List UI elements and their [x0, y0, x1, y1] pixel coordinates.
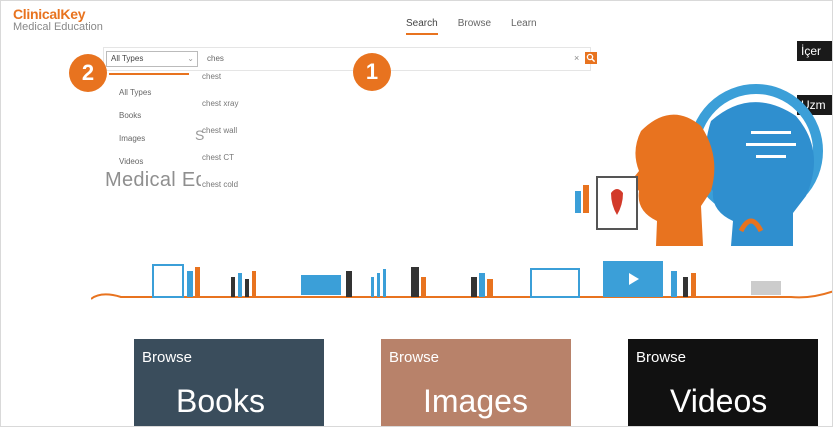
brand-logo[interactable]: ClinicalKey Medical Education: [13, 7, 103, 33]
brand-subtitle: Medical Education: [13, 21, 103, 33]
suggestion-item[interactable]: chest xray: [202, 98, 272, 125]
callout-marker-1: 1: [353, 53, 391, 91]
content-type-menu: All Types Books Images Videos: [107, 87, 189, 179]
brand-name: ClinicalKey: [13, 6, 86, 22]
app-frame: ClinicalKey Medical Education Search Bro…: [0, 0, 833, 427]
callout-marker-2: 2: [69, 54, 107, 92]
medical-objects-shelf: [91, 261, 832, 300]
tile-browse-label: Browse: [389, 349, 440, 366]
tile-title: Images: [423, 383, 528, 419]
side-label-1: İçer: [797, 41, 832, 61]
suggestion-item[interactable]: chest: [202, 71, 272, 98]
hero-heading: Medical Educ: [105, 169, 201, 191]
search-icon: [586, 53, 596, 63]
tile-browse-label: Browse: [142, 349, 193, 366]
nav-search[interactable]: Search: [406, 18, 438, 35]
chevron-down-icon: ⌄: [187, 54, 194, 63]
hero-partial-letter: S: [195, 127, 205, 143]
type-option-all[interactable]: All Types: [107, 87, 189, 110]
select-focus-underline: [109, 73, 189, 75]
suggestion-item[interactable]: chest CT: [202, 152, 272, 179]
search-bar: All Types ⌄ ches ×: [103, 47, 597, 71]
type-option-images[interactable]: Images: [107, 133, 189, 156]
nav-browse[interactable]: Browse: [458, 18, 491, 35]
tile-browse-label: Browse: [636, 349, 687, 366]
browse-videos-tile[interactable]: Browse Videos: [628, 339, 818, 426]
browse-images-tile[interactable]: Browse Images: [381, 339, 571, 426]
nav-learn[interactable]: Learn: [511, 18, 537, 35]
type-option-books[interactable]: Books: [107, 110, 189, 133]
content-type-select[interactable]: All Types ⌄: [106, 51, 198, 67]
tile-title: Books: [176, 383, 265, 419]
browse-books-tile[interactable]: Browse Books: [134, 339, 324, 426]
hero-head-illustration: [575, 84, 823, 247]
content-type-value: All Types: [111, 54, 144, 63]
clear-search-icon[interactable]: ×: [574, 53, 579, 63]
search-suggestions: chest chest xray chest wall chest CT che…: [202, 71, 272, 206]
search-button[interactable]: [585, 52, 597, 64]
suggestion-item[interactable]: chest wall: [202, 125, 272, 152]
tile-title: Videos: [670, 383, 768, 419]
search-input[interactable]: ches: [207, 54, 224, 63]
main-nav: Search Browse Learn: [406, 18, 537, 35]
suggestion-item[interactable]: chest cold: [202, 179, 272, 206]
